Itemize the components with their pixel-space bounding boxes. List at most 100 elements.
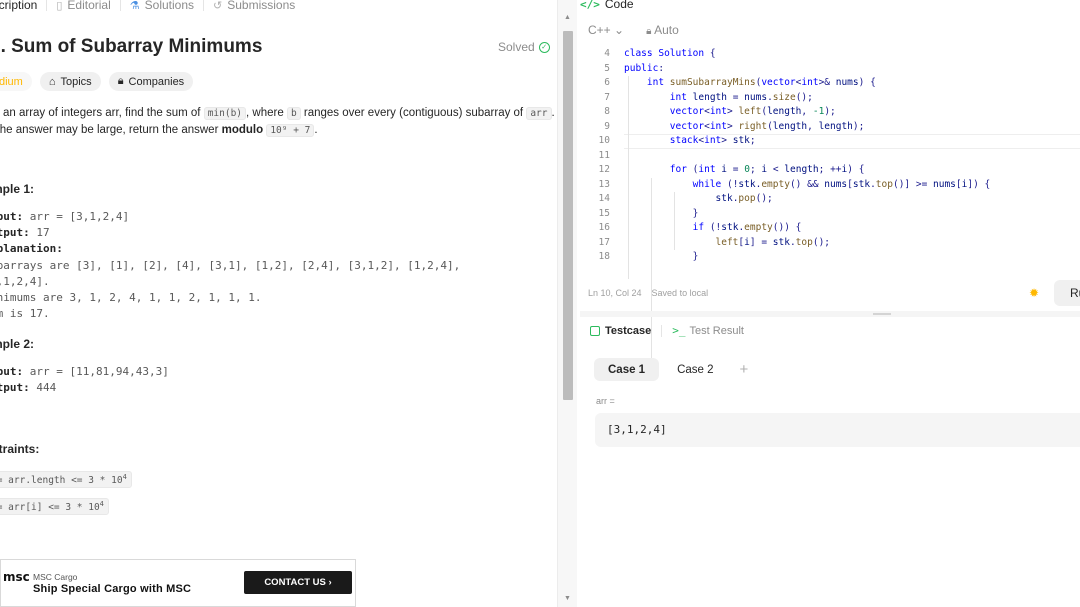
tag-icon: ⌂ <box>48 75 56 88</box>
arr-input-field[interactable]: [3,1,2,4] <box>595 413 1080 447</box>
terminal-icon: >_ <box>672 324 686 337</box>
code-line[interactable]: 10 stack<int> stk; <box>580 134 1080 149</box>
code-text: stack<int> stk; <box>669 135 756 146</box>
code-line[interactable]: 9 vector<int> right(length, length); <box>580 120 1080 135</box>
code-line[interactable]: 17 left[i] = stk.top(); <box>580 236 1080 251</box>
code-line[interactable]: 12 for (int i = 0; i < length; ++i) { <box>580 163 1080 178</box>
auto-mode-toggle[interactable]: 🔒︎ Auto <box>646 23 679 37</box>
run-button[interactable]: Ru <box>1054 280 1080 306</box>
code-line[interactable]: 4 class Solution { <box>580 47 1080 62</box>
chevron-down-icon: ⌄ <box>614 23 625 37</box>
code-header: </> Code <box>580 0 634 12</box>
add-case-icon[interactable]: + <box>740 361 749 378</box>
scroll-down-arrow-icon[interactable]: ▼ <box>564 595 571 602</box>
code-line[interactable]: 15 } <box>580 207 1080 222</box>
tab-divider <box>661 324 663 337</box>
line-number: 16 <box>598 222 610 233</box>
code-line[interactable]: 18 } <box>580 250 1080 265</box>
inline-code: b <box>286 107 301 120</box>
scrollbar-thumb[interactable] <box>563 31 573 400</box>
line-number: 15 <box>598 207 610 219</box>
leetcode-workspace: escription ▯ Editorial ⚗ Solutions ↺ Sub… <box>0 0 1080 607</box>
code-text: stk.pop(); <box>715 193 773 204</box>
code-brackets-icon: </> <box>580 0 600 11</box>
tab-divider <box>203 0 205 11</box>
language-select[interactable]: C++ ⌄ <box>588 23 624 37</box>
msc-logo: msc <box>3 570 30 584</box>
book-icon: ▯ <box>56 0 63 12</box>
description-line-1: en an array of integers arr, find the su… <box>0 107 555 120</box>
line-number: 18 <box>598 251 610 262</box>
tab-testcase[interactable]: Testcase <box>605 325 651 337</box>
code-text: vector<int> left(length, -1); <box>669 106 836 117</box>
line-number: 12 <box>598 164 610 175</box>
problem-title[interactable]: 7. Sum of Subarray Minimums <box>0 36 262 58</box>
difficulty-badge: dium <box>0 72 32 91</box>
example-2-body: nput: arr = [11,81,94,43,3] utput: 444 <box>0 365 169 395</box>
line-number: 5 <box>604 62 610 74</box>
example-1-body: nput: arr = [3,1,2,4] utput: 17 xplanati… <box>0 210 461 321</box>
line-number: 7 <box>604 91 610 103</box>
tab-test-result[interactable]: >_ Test Result <box>672 324 744 337</box>
flask-icon: ⚗ <box>129 0 140 12</box>
constraints-heading: straints: <box>0 442 40 456</box>
line-number: 9 <box>604 120 610 132</box>
code-line[interactable]: 16 if (!stk.empty()) { <box>580 221 1080 236</box>
case-1-tab[interactable]: Case 1 <box>594 358 660 381</box>
lock-icon: 🔒︎ <box>117 75 124 87</box>
resize-grip[interactable] <box>873 313 891 315</box>
tab-divider <box>46 0 48 11</box>
tab-description[interactable]: escription <box>0 0 37 12</box>
code-line[interactable]: 13 while (!stk.empty() && nums[stk.top()… <box>580 178 1080 193</box>
testcase-tabs: Testcase >_ Test Result <box>590 324 744 337</box>
tab-editorial[interactable]: ▯ Editorial <box>56 0 110 12</box>
debug-icon[interactable]: ✹ <box>1029 286 1039 300</box>
line-number: 11 <box>598 149 610 161</box>
tab-divider <box>119 0 121 11</box>
code-text: } <box>624 251 699 262</box>
example-2-heading: mple 2: <box>0 337 35 351</box>
code-line[interactable]: 14 stk.pop(); <box>580 192 1080 207</box>
testcase-selector: Case 1 Case 2 + <box>594 358 748 381</box>
line-number: 14 <box>598 193 610 204</box>
contact-us-button[interactable]: CONTACT US › <box>244 571 352 594</box>
code-line[interactable]: 7 int length = nums.size(); <box>580 91 1080 106</box>
arr-input-label: arr = <box>596 396 615 406</box>
inline-code: 10⁹ + 7 <box>266 124 315 137</box>
code-line[interactable]: 5 public: <box>580 62 1080 77</box>
tab-submissions[interactable]: ↺ Submissions <box>213 0 295 12</box>
problem-tags: dium ⌂ Topics 🔒︎ Companies <box>0 72 194 91</box>
code-line-clipped <box>580 265 1080 271</box>
code-editor[interactable]: 4 class Solution {5 public: 6 int sumSubarr… <box>580 47 1080 381</box>
code-line[interactable]: 11 <box>580 149 1080 164</box>
case-2-tab[interactable]: Case 2 <box>663 358 727 381</box>
editor-toolbar: C++ ⌄ 🔒︎ Auto <box>588 23 679 37</box>
companies-button[interactable]: 🔒︎ Companies <box>108 72 194 91</box>
indent-guide <box>628 76 629 279</box>
advertisement-banner[interactable]: msc MSC Cargo Ship Special Cargo with MS… <box>0 559 356 607</box>
tab-solutions[interactable]: ⚗ Solutions <box>130 0 194 12</box>
line-number: 13 <box>598 178 610 190</box>
panel-resize-handle[interactable] <box>580 311 1080 317</box>
line-number: 17 <box>598 236 610 248</box>
indent-guide <box>651 177 652 381</box>
problem-panel: escription ▯ Editorial ⚗ Solutions ↺ Sub… <box>0 0 557 607</box>
line-number: 8 <box>604 106 610 117</box>
ad-sponsor: MSC Cargo <box>33 572 78 582</box>
line-number: 10 <box>598 135 610 146</box>
history-icon: ↺ <box>213 0 223 12</box>
code-line[interactable]: 8 vector<int> left(length, -1); <box>580 105 1080 120</box>
inline-code: min(b) <box>203 107 247 120</box>
topics-button[interactable]: ⌂ Topics <box>39 72 101 91</box>
line-number: 6 <box>604 77 610 88</box>
scroll-up-arrow-icon[interactable]: ▲ <box>564 14 571 21</box>
code-text: vector<int> right(length, length); <box>669 120 865 132</box>
constraint-1: <= arr.length <= 3 * 104 <box>0 471 132 489</box>
indent-guide <box>674 192 675 250</box>
description-scrollbar[interactable]: ▲ ▼ <box>557 0 577 607</box>
constraint-2: <= arr[i] <= 3 * 104 <box>0 498 109 516</box>
code-text: while (!stk.empty() && nums[stk.top()] >… <box>692 178 991 190</box>
code-text: int sumSubarrayMins(vector<int>& nums) { <box>646 77 876 88</box>
code-line[interactable]: 6 int sumSubarrayMins(vector<int>& nums)… <box>580 76 1080 91</box>
lock-icon: 🔒︎ <box>646 26 652 37</box>
